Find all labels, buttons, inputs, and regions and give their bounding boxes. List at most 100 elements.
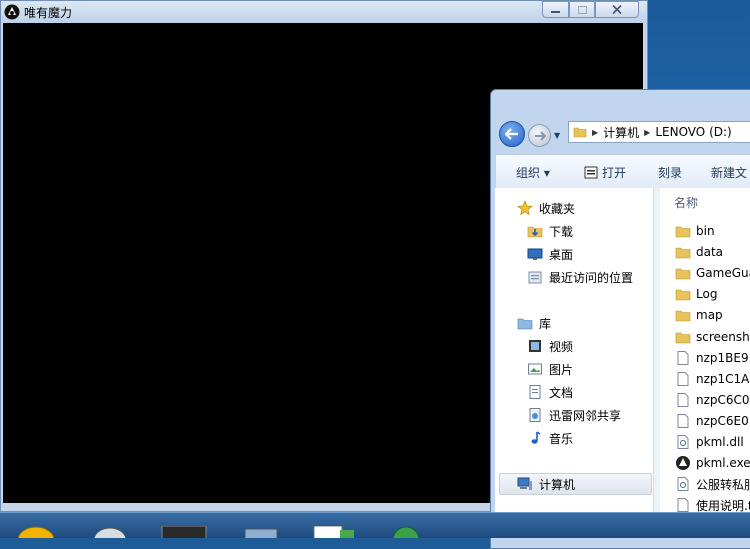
file-list-item[interactable]: 公服转私服 [675,474,750,494]
new-folder-button[interactable]: 新建文 [711,164,747,181]
folder-icon [675,289,691,301]
folder-icon [675,226,691,238]
breadcrumb-drive[interactable]: LENOVO (D:) [655,125,731,139]
nav-item-videos[interactable]: 视频 [527,336,573,356]
minimize-icon [551,10,560,13]
file-name: data [696,245,724,259]
nav-item-favorites[interactable]: 收藏夹 [517,198,575,218]
arrow-left-icon [505,128,518,140]
folder-icon [675,268,691,280]
folder-icon [675,247,691,259]
nav-item-pictures[interactable]: 图片 [527,359,573,379]
folder-icon [675,332,691,344]
file-name: GameGua [696,266,750,280]
file-list-item[interactable]: GameGua [675,263,750,283]
breadcrumb-computer[interactable]: 计算机 [603,124,639,141]
nav-label: 图片 [549,362,574,377]
maximize-icon [577,5,587,14]
file-list-item[interactable]: bin [675,221,715,241]
taskbar-document-icon[interactable] [312,526,356,538]
folder-icon [573,127,587,138]
text-file-icon [677,393,689,407]
file-list-item[interactable]: nzp1C1A. [675,369,750,389]
open-button[interactable]: 打开 [584,164,626,181]
start-orb-icon[interactable] [16,526,56,538]
desktop-icon [527,248,543,260]
minimize-button[interactable] [542,1,569,18]
taskbar-app-icon[interactable] [92,526,128,538]
game-title-bar[interactable]: 唯有魔力 [1,1,647,23]
text-file-icon [677,351,689,365]
file-name: Log [696,287,718,301]
file-name: pkml.exe [696,456,750,470]
taskbar-game-icon[interactable] [160,526,208,538]
address-bar[interactable]: ▶ 计算机 ▶ LENOVO (D:) [568,121,750,143]
navigation-pane-scrollbar[interactable] [653,188,660,537]
file-list-item[interactable]: data [675,242,723,262]
maximize-button[interactable] [569,1,595,18]
text-file-icon [677,414,689,428]
nav-item-downloads[interactable]: 下载 [527,221,573,241]
file-name: bin [696,224,715,238]
recent-pages-dropdown[interactable]: ▼ [554,131,560,140]
file-name: nzp1C1A. [696,372,750,386]
nav-label: 文档 [549,385,574,400]
dll-file-icon [677,435,689,449]
text-file-icon [677,498,689,512]
file-name: nzpC6C0. [696,393,750,407]
column-header-name[interactable]: 名称 [674,194,698,211]
nav-label: 库 [539,316,552,331]
document-icon [529,385,541,399]
file-list-item[interactable]: nzpC6C0. [675,390,750,410]
nav-label: 音乐 [549,431,574,446]
back-button[interactable] [499,121,525,147]
breadcrumb-chevron-icon[interactable]: ▶ [644,128,650,137]
file-list-item[interactable]: screensho [675,327,750,347]
nav-label: 迅雷网邻共享 [549,408,622,423]
nav-label: 下载 [549,224,574,239]
nav-item-desktop[interactable]: 桌面 [527,244,573,264]
file-list-item[interactable]: map [675,305,723,325]
file-name: nzpC6E0.t [696,414,750,428]
file-list-item[interactable]: pkml.exe [675,453,750,473]
video-icon [529,340,541,352]
download-folder-icon [527,226,543,238]
nav-item-documents[interactable]: 文档 [527,382,573,402]
exe-file-icon [676,456,690,470]
open-label: 打开 [602,166,627,180]
file-name: map [696,308,723,322]
nav-item-music[interactable]: 音乐 [527,428,573,448]
library-icon [517,318,533,330]
nav-item-xunlei-share[interactable]: 迅雷网邻共享 [527,405,621,425]
burn-button[interactable]: 刻录 [658,164,682,181]
file-name: 使用说明.t [696,498,750,513]
file-name: screensho [696,330,750,344]
nav-item-computer[interactable]: 计算机 [517,474,575,494]
close-button[interactable] [595,1,639,18]
game-logo-icon [4,4,20,20]
organize-button[interactable]: 组织 ▾ [516,164,550,181]
file-list-item[interactable]: Log [675,284,717,304]
close-icon [612,5,622,14]
file-list-item[interactable]: nzpC6E0.t [675,411,750,431]
nav-item-recent[interactable]: 最近访问的位置 [527,267,633,287]
music-note-icon [531,431,541,444]
game-window-controls [542,1,639,19]
nav-label: 最近访问的位置 [549,270,634,285]
file-name: nzp1BE9.t [696,351,750,365]
shared-folder-icon [529,408,541,422]
command-bar: 组织 ▾ 打开 刻录 新建文 [496,154,750,189]
taskbar-browser-icon[interactable] [388,526,424,538]
file-name: 公服转私服 [696,477,750,492]
file-list-item[interactable]: nzp1BE9.t [675,348,750,368]
forward-button[interactable] [528,124,551,147]
nav-label: 桌面 [549,247,574,262]
breadcrumb-chevron-icon[interactable]: ▶ [592,128,598,137]
nav-item-libraries[interactable]: 库 [517,313,551,333]
star-icon [517,200,533,216]
game-window-title: 唯有魔力 [24,6,73,20]
file-name: pkml.dll [696,435,744,449]
file-list-item[interactable]: pkml.dll [675,432,744,452]
taskbar-app-icon[interactable] [242,526,280,538]
dll-file-icon [677,477,689,491]
